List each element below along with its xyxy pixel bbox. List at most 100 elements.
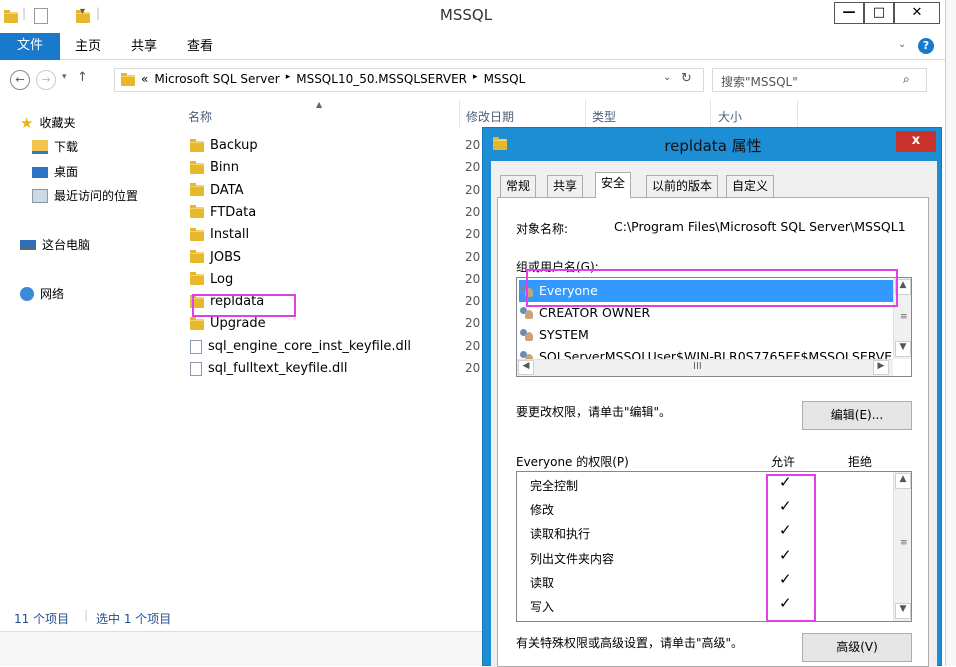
file-row[interactable]: sql_engine_core_inst_keyfile.dll <box>190 336 411 358</box>
column-header-date[interactable]: 修改日期 <box>466 108 514 125</box>
expand-ribbon-icon[interactable]: ⌄ <box>898 39 906 50</box>
object-name-value: C:\Program Files\Microsoft SQL Server\MS… <box>614 219 906 234</box>
file-name: Log <box>210 271 234 287</box>
scroll-grip-icon[interactable]: III <box>693 361 702 372</box>
scroll-down-icon[interactable]: ▼ <box>895 341 911 357</box>
file-row[interactable]: Log <box>190 269 233 291</box>
navigation-pane: ★ 收藏夹 下载 桌面 最近访问的位置 这台电脑 网络 <box>0 100 170 605</box>
file-row[interactable]: Backup <box>190 135 258 157</box>
scroll-left-icon[interactable]: ◀ <box>518 360 534 375</box>
file-row[interactable]: Install <box>190 224 249 246</box>
close-button[interactable]: ✕ <box>894 2 940 24</box>
nav-this-pc[interactable]: 这台电脑 <box>20 235 90 255</box>
permissions-label: Everyone 的权限(P) <box>516 455 629 469</box>
file-date: 20 <box>465 160 481 175</box>
scroll-right-icon[interactable]: ▶ <box>873 360 889 375</box>
edit-button[interactable]: 编辑(E)... <box>802 401 912 430</box>
file-name: Binn <box>210 160 240 176</box>
user-name: SYSTEM <box>539 327 589 342</box>
tab-sharing[interactable]: 共享 <box>547 175 584 197</box>
column-header-type[interactable]: 类型 <box>592 108 616 125</box>
user-group-icon <box>519 328 535 342</box>
help-icon[interactable]: ? <box>918 38 934 54</box>
address-dropdown-icon[interactable]: ⌄ <box>663 72 671 83</box>
column-divider[interactable] <box>710 100 711 127</box>
dll-file-icon <box>190 362 202 376</box>
scroll-down-icon[interactable]: ▼ <box>895 603 911 619</box>
file-date: 20 <box>465 249 481 264</box>
properties-dialog: repldata 属性 x 常规 共享 安全 以前的版本 自定义 对象名称: C… <box>482 127 943 667</box>
file-row[interactable]: FTData <box>190 202 256 224</box>
advanced-hint: 有关特殊权限或高级设置，请单击"高级"。 <box>516 636 744 650</box>
search-icon[interactable]: ⌕ <box>903 72 910 87</box>
file-date: 20 <box>465 138 481 152</box>
breadcrumb-overflow[interactable]: « <box>141 72 148 86</box>
tab-general[interactable]: 常规 <box>500 175 537 197</box>
scroll-grip-icon[interactable]: ≡ <box>900 312 908 322</box>
recent-locations-icon[interactable]: ▾ <box>62 72 67 82</box>
column-header-name[interactable]: 名称 <box>188 108 212 125</box>
back-icon[interactable]: ← <box>10 70 30 90</box>
up-icon[interactable]: ↑ <box>77 70 88 85</box>
breadcrumb-item[interactable]: MSSQL10_50.MSSQLSERVER <box>296 72 467 86</box>
maximize-button[interactable]: □ <box>864 2 894 24</box>
file-row[interactable]: Binn <box>190 157 239 179</box>
user-row[interactable]: SYSTEM <box>519 324 893 346</box>
scroll-grip-icon[interactable]: ≡ <box>900 538 908 548</box>
file-row[interactable]: sql_fulltext_keyfile.dll <box>190 358 348 380</box>
forward-icon[interactable]: → <box>36 70 56 90</box>
vertical-scrollbar[interactable]: ▲ ≡ ▼ <box>893 472 911 621</box>
dialog-title-bar: repldata 属性 x <box>483 128 943 161</box>
tab-file[interactable]: 文件 <box>0 33 60 60</box>
advanced-button[interactable]: 高级(V) <box>802 633 912 662</box>
file-name: Install <box>210 227 250 243</box>
breadcrumb-item[interactable]: Microsoft SQL Server <box>154 72 279 86</box>
star-icon: ★ <box>20 114 34 132</box>
nav-label: 收藏夹 <box>39 116 76 130</box>
nav-downloads[interactable]: 下载 <box>32 137 78 157</box>
column-divider[interactable] <box>459 100 460 127</box>
search-input[interactable]: 搜索"MSSQL" ⌕ <box>712 68 927 92</box>
tab-view[interactable]: 查看 <box>187 37 213 57</box>
window-title: MSSQL <box>439 6 493 24</box>
selected-count: 选中 1 个项目 <box>96 612 172 626</box>
status-separator: | <box>84 608 89 622</box>
horizontal-scrollbar[interactable]: ◀ III ▶ <box>517 359 893 376</box>
scroll-up-icon[interactable]: ▲ <box>895 473 911 489</box>
background-window-edge <box>945 0 956 666</box>
column-header-size[interactable]: 大小 <box>718 108 742 125</box>
highlight-allow-column <box>766 474 816 622</box>
nav-favorites[interactable]: ★ 收藏夹 <box>20 113 75 133</box>
minimize-button[interactable]: — <box>834 2 864 24</box>
nav-recent[interactable]: 最近访问的位置 <box>32 186 138 206</box>
folder-icon <box>121 73 135 86</box>
allow-header: 允许 <box>771 455 796 469</box>
tab-share[interactable]: 共享 <box>131 37 157 57</box>
tab-security[interactable]: 安全 <box>595 172 632 198</box>
file-row[interactable]: DATA <box>190 180 244 202</box>
file-name: JOBS <box>210 249 242 265</box>
address-box[interactable]: « Microsoft SQL Server ▸ MSSQL10_50.MSSQ… <box>114 68 704 92</box>
dialog-close-button[interactable]: x <box>896 131 936 152</box>
nav-desktop[interactable]: 桌面 <box>32 162 78 182</box>
permission-name: 写入 <box>530 600 555 614</box>
nav-network[interactable]: 网络 <box>20 284 64 304</box>
file-date: 20 <box>465 227 481 242</box>
refresh-icon[interactable]: ↻ <box>681 71 692 86</box>
tab-previous-versions[interactable]: 以前的版本 <box>646 175 719 197</box>
column-divider[interactable] <box>585 100 586 127</box>
tab-customize[interactable]: 自定义 <box>726 175 775 197</box>
search-placeholder: 搜索"MSSQL" <box>721 75 798 89</box>
tab-home[interactable]: 主页 <box>75 37 101 57</box>
column-divider[interactable] <box>797 100 798 127</box>
file-name: FTData <box>210 204 257 220</box>
breadcrumb-separator[interactable]: ▸ <box>286 72 291 86</box>
file-date: 20 <box>465 204 481 219</box>
breadcrumb-item[interactable]: MSSQL <box>484 72 526 86</box>
file-row[interactable]: JOBS <box>190 247 241 269</box>
breadcrumb-separator[interactable]: ▸ <box>473 72 478 86</box>
folder-icon <box>190 227 204 241</box>
folder-icon <box>190 138 204 152</box>
dialog-body: 常规 共享 安全 以前的版本 自定义 对象名称: C:\Program File… <box>491 161 937 667</box>
user-group-icon <box>519 306 535 320</box>
